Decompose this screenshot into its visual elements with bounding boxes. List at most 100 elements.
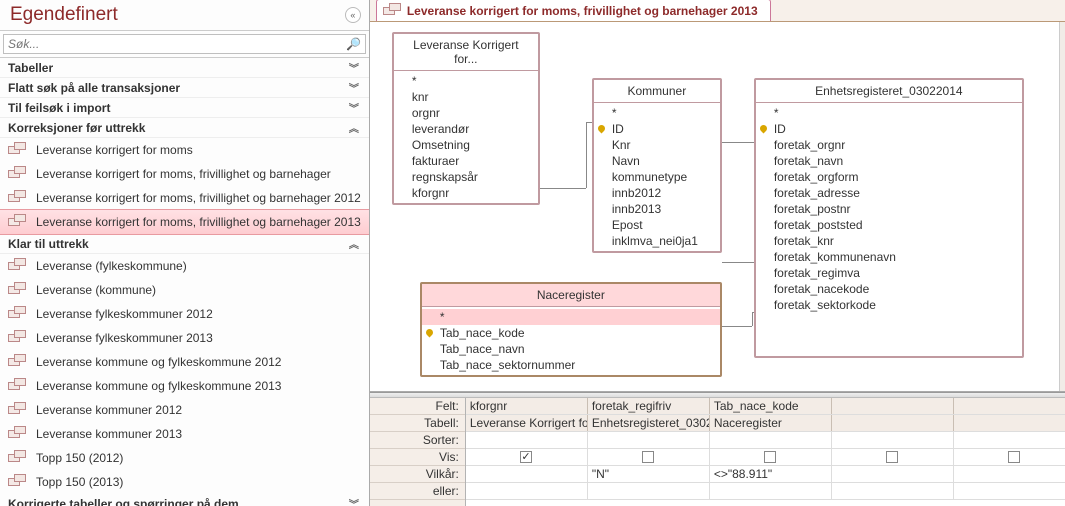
field-row[interactable]: foretak_adresse [756, 185, 1022, 201]
table-box-leveranse[interactable]: Leveranse Korrigert for... *knrorgnrleve… [392, 32, 540, 205]
qbe-cell[interactable] [588, 432, 710, 448]
field-row[interactable]: foretak_sektorkode [756, 297, 1022, 313]
field-row[interactable]: foretak_kommunenavn [756, 249, 1022, 265]
qbe-cell[interactable] [710, 483, 832, 499]
field-row[interactable]: innb2013 [594, 201, 720, 217]
qbe-cell[interactable] [954, 483, 1065, 499]
visibility-checkbox[interactable] [886, 451, 898, 463]
collapse-nav-button[interactable]: « [345, 7, 361, 23]
field-row[interactable]: foretak_orgnr [756, 137, 1022, 153]
field-row[interactable]: foretak_regimva [756, 265, 1022, 281]
query-designer[interactable]: Leveranse Korrigert for... *knrorgnrleve… [370, 22, 1065, 392]
field-row[interactable]: Tab_nace_sektornummer [422, 357, 720, 373]
table-box-nace[interactable]: Naceregister *Tab_nace_kodeTab_nace_navn… [420, 282, 722, 377]
qbe-cell[interactable] [832, 398, 954, 414]
qbe-cell[interactable] [954, 432, 1065, 448]
qbe-cell[interactable] [954, 398, 1065, 414]
field-row[interactable]: * [394, 73, 538, 89]
qbe-cell[interactable]: "N" [588, 466, 710, 482]
nav-item[interactable]: Leveranse kommuner 2013 [0, 422, 369, 446]
field-row[interactable]: knr [394, 89, 538, 105]
nav-title[interactable]: Egendefinert [10, 4, 345, 26]
qbe-cell[interactable] [710, 449, 832, 465]
table-box-kommuner[interactable]: Kommuner *IDKnrNavnkommunetypeinnb2012in… [592, 78, 722, 253]
field-row[interactable]: * [594, 105, 720, 121]
nav-item[interactable]: Leveranse kommune og fylkeskommune 2012 [0, 350, 369, 374]
qbe-cell[interactable] [954, 415, 1065, 431]
field-row[interactable]: foretak_knr [756, 233, 1022, 249]
field-row[interactable]: leverandør [394, 121, 538, 137]
qbe-cell[interactable] [832, 449, 954, 465]
field-row[interactable]: foretak_postnr [756, 201, 1022, 217]
qbe-cell[interactable] [832, 483, 954, 499]
qbe-cell[interactable] [832, 415, 954, 431]
field-row[interactable]: kforgnr [394, 185, 538, 201]
field-row[interactable]: Omsetning [394, 137, 538, 153]
table-title[interactable]: Kommuner [594, 80, 720, 103]
field-row[interactable]: Knr [594, 137, 720, 153]
field-row[interactable]: kommunetype [594, 169, 720, 185]
nav-group-header[interactable]: Tabeller︾ [0, 58, 369, 78]
field-row[interactable]: Tab_nace_kode [422, 325, 720, 341]
qbe-cell[interactable] [466, 449, 588, 465]
qbe-cell[interactable]: <>"88.911" [710, 466, 832, 482]
visibility-checkbox[interactable] [642, 451, 654, 463]
field-row[interactable]: Tab_nace_navn [422, 341, 720, 357]
field-row[interactable]: ID [756, 121, 1022, 137]
field-row[interactable]: foretak_orgform [756, 169, 1022, 185]
nav-item[interactable]: Topp 150 (2013) [0, 470, 369, 494]
field-row[interactable]: regnskapsår [394, 169, 538, 185]
table-title[interactable]: Leveranse Korrigert for... [394, 34, 538, 71]
table-title[interactable]: Enhetsregisteret_03022014 [756, 80, 1022, 103]
search-icon[interactable]: 🔍 [346, 37, 361, 51]
nav-group-header[interactable]: Korreksjoner før uttrekk︽ [0, 118, 369, 138]
field-row[interactable]: foretak_navn [756, 153, 1022, 169]
nav-item[interactable]: Leveranse korrigert for moms, frivilligh… [0, 186, 369, 210]
qbe-cell[interactable]: Leveranse Korrigert for moms, frivillig [466, 415, 588, 431]
field-row[interactable]: Epost [594, 217, 720, 233]
qbe-cell[interactable]: Tab_nace_kode [710, 398, 832, 414]
field-row[interactable]: foretak_poststed [756, 217, 1022, 233]
field-row[interactable]: fakturaer [394, 153, 538, 169]
nav-group-header[interactable]: Klar til uttrekk︽ [0, 234, 369, 254]
field-row[interactable]: ID [594, 121, 720, 137]
nav-item[interactable]: Leveranse (kommune) [0, 278, 369, 302]
tab-active-query[interactable]: Leveranse korrigert for moms, frivilligh… [376, 0, 771, 21]
search-input[interactable] [3, 34, 366, 54]
qbe-cell[interactable] [466, 432, 588, 448]
nav-item[interactable]: Leveranse korrigert for moms [0, 138, 369, 162]
nav-group-header[interactable]: Til feilsøk i import︾ [0, 98, 369, 118]
qbe-cell[interactable] [832, 432, 954, 448]
field-row[interactable]: * [422, 309, 720, 325]
nav-item[interactable]: Leveranse fylkeskommuner 2012 [0, 302, 369, 326]
nav-item[interactable]: Leveranse korrigert for moms, frivilligh… [0, 162, 369, 186]
qbe-cell[interactable] [466, 483, 588, 499]
nav-item[interactable]: Leveranse kommuner 2012 [0, 398, 369, 422]
qbe-columns[interactable]: kforgnrforetak_regifrivTab_nace_kodeLeve… [466, 398, 1065, 506]
qbe-cell[interactable] [710, 432, 832, 448]
nav-item[interactable]: Topp 150 (2012) [0, 446, 369, 470]
qbe-cell[interactable]: Enhetsregisteret_03022014 [588, 415, 710, 431]
nav-item[interactable]: Leveranse fylkeskommuner 2013 [0, 326, 369, 350]
qbe-cell[interactable] [588, 483, 710, 499]
field-row[interactable]: * [756, 105, 1022, 121]
nav-group-header[interactable]: Flatt søk på alle transaksjoner︾ [0, 78, 369, 98]
table-box-enhet[interactable]: Enhetsregisteret_03022014 *IDforetak_org… [754, 78, 1024, 358]
table-title[interactable]: Naceregister [422, 284, 720, 307]
visibility-checkbox[interactable] [764, 451, 776, 463]
qbe-cell[interactable] [466, 466, 588, 482]
qbe-cell[interactable] [588, 449, 710, 465]
field-row[interactable]: Navn [594, 153, 720, 169]
qbe-cell[interactable]: Naceregister [710, 415, 832, 431]
qbe-cell[interactable]: kforgnr [466, 398, 588, 414]
qbe-cell[interactable] [954, 449, 1065, 465]
visibility-checkbox[interactable] [1008, 451, 1020, 463]
field-row[interactable]: orgnr [394, 105, 538, 121]
field-row[interactable]: inklmva_nei0ja1 [594, 233, 720, 249]
field-row[interactable]: innb2012 [594, 185, 720, 201]
nav-item[interactable]: Leveranse (fylkeskommune) [0, 254, 369, 278]
field-row[interactable]: foretak_nacekode [756, 281, 1022, 297]
nav-item[interactable]: Leveranse kommune og fylkeskommune 2013 [0, 374, 369, 398]
qbe-cell[interactable] [832, 466, 954, 482]
visibility-checkbox[interactable] [520, 451, 532, 463]
